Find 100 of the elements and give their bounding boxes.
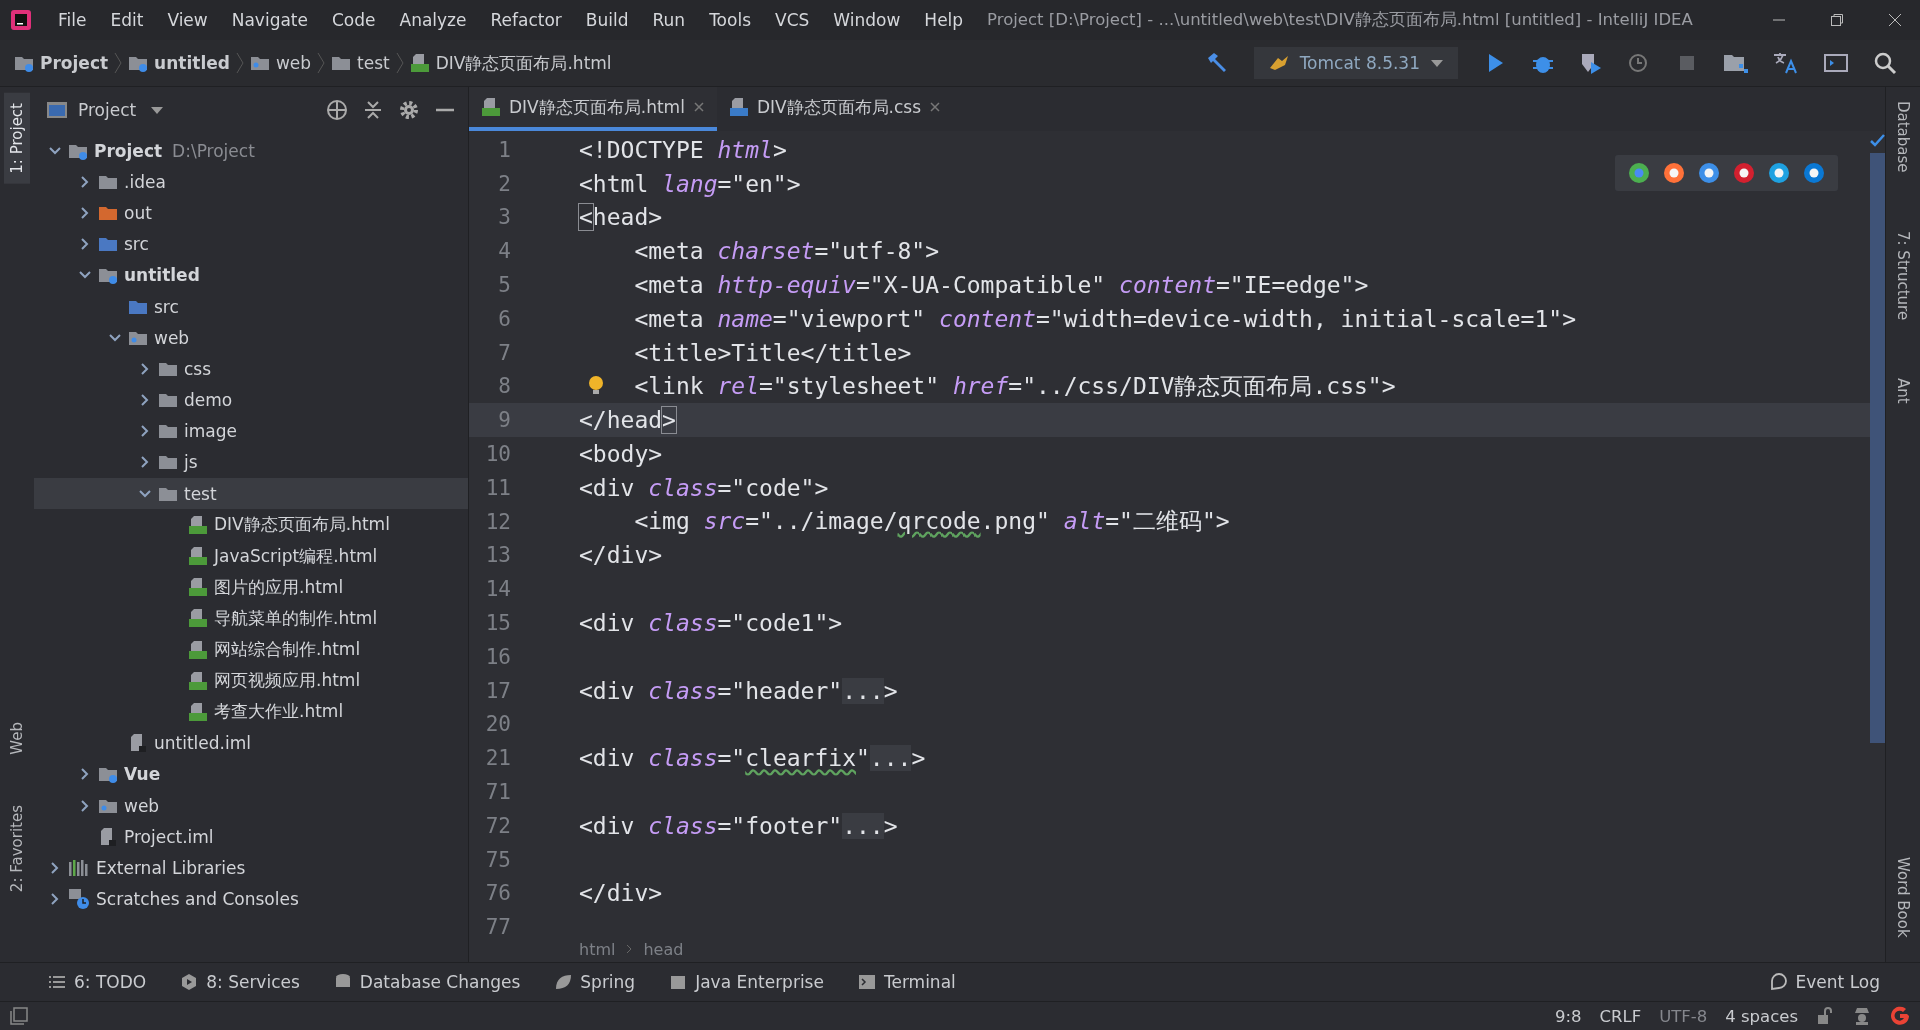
tool-window-tab[interactable]: Ant — [1894, 373, 1912, 408]
menu-item[interactable]: Tools — [697, 10, 763, 30]
edge-icon[interactable] — [1802, 161, 1826, 185]
code-line: <!DOCTYPE html> — [579, 136, 787, 163]
tree-item[interactable]: 网站综合制作.html — [34, 634, 468, 666]
menu-item[interactable]: Navigate — [219, 10, 320, 30]
scrollbar[interactable] — [1870, 153, 1885, 743]
lock-icon[interactable] — [1816, 1007, 1834, 1025]
restore-icon[interactable] — [1830, 13, 1844, 27]
google-icon[interactable] — [1890, 1006, 1910, 1026]
menu-item[interactable]: Code — [320, 10, 388, 30]
tree-item[interactable]: 导航菜单的制作.html — [34, 602, 468, 634]
breadcrumb[interactable]: untitled — [128, 53, 230, 73]
menu-item[interactable]: Edit — [98, 10, 156, 30]
tree-item[interactable]: image — [34, 415, 468, 447]
tree-item[interactable]: 图片的应用.html — [34, 571, 468, 603]
line-number: 76 — [484, 881, 511, 906]
chrome-icon[interactable] — [1627, 161, 1651, 185]
menu-item[interactable]: Window — [821, 10, 913, 30]
html-file-icon — [188, 701, 208, 722]
menu-item[interactable]: View — [155, 10, 220, 30]
tree-item[interactable]: src — [34, 290, 468, 323]
inspector-icon[interactable] — [1852, 1006, 1872, 1026]
tool-window-tab[interactable]: Database — [1894, 97, 1912, 177]
translate-icon[interactable] — [1773, 51, 1799, 75]
tree-item[interactable]: untitled.iml — [34, 727, 468, 759]
html-file-icon — [188, 577, 208, 598]
line-separator[interactable]: CRLF — [1599, 1006, 1642, 1026]
tool-window-button[interactable]: Database Changes — [333, 972, 521, 992]
tree-item[interactable]: js — [34, 446, 468, 479]
tool-window-tab[interactable]: Word Book — [1894, 853, 1912, 942]
line-number: 2 — [497, 171, 511, 196]
menu-item[interactable]: File — [46, 10, 99, 30]
tree-item[interactable]: test — [34, 478, 468, 510]
breadcrumb[interactable]: test — [331, 53, 390, 73]
menu-item[interactable]: Help — [912, 10, 976, 30]
event-log-button[interactable]: Event Log — [1769, 972, 1880, 992]
tree-item[interactable]: Project.iml — [34, 821, 468, 853]
menu-item[interactable]: Refactor — [478, 10, 574, 30]
app-logo-icon[interactable] — [10, 9, 32, 31]
menu-item[interactable]: Run — [640, 10, 698, 30]
panel-toggle-icon[interactable] — [10, 1007, 28, 1025]
caret-position[interactable]: 9:8 — [1554, 1006, 1582, 1026]
indent-setting[interactable]: 4 spaces — [1725, 1006, 1798, 1026]
opera-icon[interactable] — [1732, 161, 1756, 185]
search-icon[interactable] — [1873, 51, 1897, 75]
tree-item[interactable]: Vue — [34, 758, 468, 790]
tree-item[interactable]: web — [34, 789, 468, 822]
ie-icon[interactable] — [1767, 161, 1791, 185]
tree-item[interactable]: untitled — [34, 259, 468, 291]
breadcrumb[interactable]: DIV静态页面布局.html — [409, 51, 612, 75]
tree-item[interactable]: css — [34, 353, 468, 385]
caret-icon — [1430, 58, 1444, 68]
close-icon[interactable] — [929, 101, 942, 113]
firefox-icon[interactable] — [1662, 161, 1686, 185]
editor-tab[interactable]: DIV静态页面布局.css — [716, 87, 954, 131]
code-line: <div class="code1"> — [579, 610, 843, 637]
tool-window-tab[interactable]: 2: Favorites — [4, 794, 30, 902]
tree-item[interactable]: 网页视频应用.html — [34, 665, 468, 697]
tool-window-button[interactable]: 8: Services — [180, 972, 300, 992]
close-icon[interactable] — [1888, 13, 1902, 27]
module-folder-icon — [14, 54, 34, 72]
tree-item[interactable]: demo — [34, 384, 468, 416]
tree-item[interactable]: Project D:\Project — [34, 135, 468, 167]
html-file-icon — [481, 97, 501, 117]
tool-window-button[interactable]: 6: TODO — [48, 972, 147, 992]
tree-item[interactable]: JavaScript编程.html — [34, 540, 468, 572]
tree-item[interactable]: src — [34, 228, 468, 260]
tree-item[interactable]: DIV静态页面布局.html — [34, 509, 468, 541]
tree-item[interactable]: 考查大作业.html — [34, 696, 468, 728]
collapse-all-icon[interactable] — [362, 99, 384, 121]
html-file-icon — [188, 639, 208, 660]
menu-item[interactable]: Build — [573, 10, 641, 30]
tool-window-tab[interactable]: 1: Project — [4, 93, 30, 184]
tree-item[interactable]: web — [34, 322, 468, 354]
terminal-window-icon[interactable] — [1823, 51, 1849, 75]
safari-icon[interactable] — [1697, 161, 1721, 185]
line-number: 72 — [484, 813, 511, 838]
breadcrumb[interactable]: Project — [14, 53, 109, 73]
panel-title-dropdown[interactable]: Project — [78, 100, 137, 120]
module-folder-icon — [98, 266, 118, 285]
file-encoding[interactable]: UTF-8 — [1659, 1006, 1708, 1026]
code-line: </head> — [579, 407, 676, 434]
run-configuration-dropdown[interactable]: Tomcat 8.5.31 — [1253, 47, 1458, 79]
breadcrumb[interactable]: web — [249, 53, 312, 73]
tool-window-tab[interactable]: Web — [4, 712, 30, 765]
settings-icon[interactable] — [398, 99, 420, 121]
tool-window-button[interactable]: Spring — [554, 972, 636, 992]
tree-item[interactable]: .idea — [34, 166, 468, 198]
menu-item[interactable]: Analyze — [387, 10, 479, 30]
tree-item[interactable]: Scratches and Consoles — [34, 883, 468, 915]
caret-icon[interactable] — [150, 105, 165, 115]
tool-window-button[interactable]: Terminal — [857, 972, 956, 992]
menu-item[interactable]: VCS — [763, 10, 822, 30]
locate-icon[interactable] — [326, 99, 348, 121]
coverage-icon[interactable] — [1579, 51, 1603, 75]
tool-window-button[interactable]: Java Enterprise — [669, 972, 824, 992]
tool-window-tab[interactable]: 7: Structure — [1894, 226, 1912, 324]
tree-item[interactable]: out — [34, 197, 468, 229]
tree-item[interactable]: External Libraries — [34, 852, 468, 884]
